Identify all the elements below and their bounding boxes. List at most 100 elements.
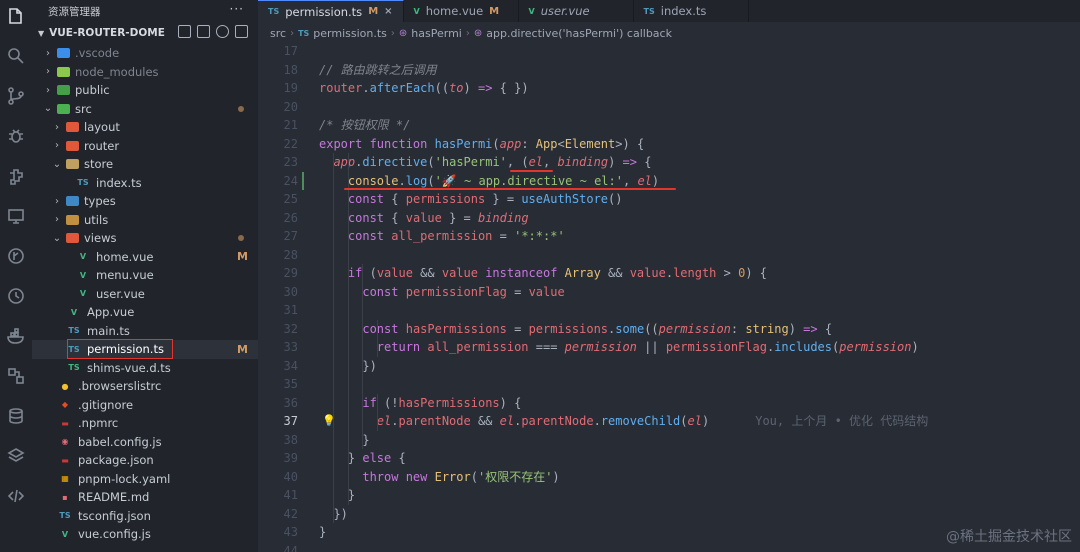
token: .	[593, 414, 601, 428]
token: directive	[362, 155, 428, 169]
code-line[interactable]: 40 throw new Error('权限不存在')	[258, 468, 1080, 487]
code-line[interactable]: 23 app.directive('hasPermi', (el, bindin…	[258, 153, 1080, 172]
tree-item-node-modules[interactable]: › node_modules	[32, 63, 258, 82]
database-icon[interactable]	[2, 402, 30, 430]
code-line[interactable]: 29 if (value && value instanceof Array &…	[258, 264, 1080, 283]
code-line[interactable]: 35	[258, 375, 1080, 394]
code-line[interactable]: 34 })	[258, 357, 1080, 376]
extensions-icon[interactable]	[2, 162, 30, 190]
tree-item-permission-ts[interactable]: TS permission.ts M	[32, 339, 258, 359]
line-number: 36	[283, 395, 298, 410]
token: some	[615, 321, 645, 336]
breadcrumb-segment[interactable]: src	[270, 27, 286, 40]
tree-item-home-vue[interactable]: Vhome.vue M	[32, 248, 258, 267]
code-line[interactable]: 17	[258, 42, 1080, 61]
close-icon[interactable]: ×	[384, 6, 392, 17]
tree-item-types[interactable]: › types	[32, 192, 258, 211]
token: } =	[441, 210, 478, 225]
code-line[interactable]: 39 } else {	[258, 449, 1080, 468]
tree-item-vscode[interactable]: › .vscode	[32, 44, 258, 63]
code-line[interactable]: 30 const permissionFlag = value	[258, 283, 1080, 302]
tab-user-vue[interactable]: Vuser.vue	[518, 0, 634, 22]
tree-item-shims-vue-d-ts[interactable]: TS shims-vue.d.ts	[32, 359, 258, 378]
tab-home-vue[interactable]: Vhome.vue M	[403, 0, 519, 22]
code-line[interactable]: 31	[258, 301, 1080, 320]
line-number: 34	[283, 358, 298, 373]
line-number: 41	[283, 488, 298, 502]
tree-item-utils[interactable]: › utils	[32, 211, 258, 230]
tree-item-package-json[interactable]: ▬ package.json	[32, 451, 258, 470]
npm-package-icon: ▬	[61, 455, 69, 465]
code-line[interactable]: 37 el.parentNode && el.parentNode.remove…	[258, 412, 1080, 431]
token: )	[552, 469, 560, 484]
tab-label: user.vue	[540, 4, 590, 18]
tree-item-user-vue[interactable]: Vuser.vue	[32, 285, 258, 304]
token: (	[680, 414, 688, 428]
token: .	[398, 173, 406, 188]
tree-item-app-vue[interactable]: V App.vue	[32, 303, 258, 322]
code-line[interactable]: 28	[258, 246, 1080, 265]
layers-icon[interactable]	[2, 442, 30, 470]
git-history-icon[interactable]	[2, 282, 30, 310]
code-line[interactable]: 36 if (!hasPermissions) {	[258, 394, 1080, 413]
tree-item-views[interactable]: ⌄ views	[32, 229, 258, 248]
tree-item-label: tsconfig.json	[78, 508, 151, 523]
tree-item-src[interactable]: ⌄ src	[32, 100, 258, 119]
refresh-icon[interactable]	[216, 25, 229, 38]
tree-item-tsconfig-json[interactable]: TS tsconfig.json	[32, 507, 258, 526]
debug-icon[interactable]	[2, 122, 30, 150]
code-line[interactable]: 27 const all_permission = '*:*:*'	[258, 227, 1080, 246]
tree-item-gitignore[interactable]: ◆ .gitignore	[32, 396, 258, 415]
tree-item-babel-config-js[interactable]: ◉ babel.config.js	[32, 433, 258, 452]
code-line[interactable]: 20	[258, 98, 1080, 117]
more-actions-icon[interactable]: ···	[230, 2, 244, 16]
source-control-icon[interactable]	[2, 82, 30, 110]
code-line[interactable]: 41 }	[258, 486, 1080, 505]
new-file-icon[interactable]	[178, 25, 191, 38]
tree-item-vue-config-js[interactable]: Vvue.config.js	[32, 525, 258, 544]
tree-item-store[interactable]: ⌄ store	[32, 155, 258, 174]
breadcrumb-segment[interactable]: app.directive('hasPermi') callback	[486, 27, 672, 40]
code-line[interactable]: 18 // 路由跳转之后调用	[258, 61, 1080, 80]
annotation-underline	[343, 188, 676, 190]
explorer-icon[interactable]	[2, 2, 30, 30]
tree-item-npmrc[interactable]: ▬ .npmrc	[32, 414, 258, 433]
code-icon[interactable]	[2, 482, 30, 510]
token: =>	[803, 321, 818, 336]
tree-item-readme-md[interactable]: ▪ README.md	[32, 488, 258, 507]
code-line[interactable]: 25 const { permissions } = useAuthStore(…	[258, 190, 1080, 209]
git-graph-icon[interactable]	[2, 242, 30, 270]
collapse-all-icon[interactable]	[235, 25, 248, 38]
tree-item-browserslistrc[interactable]: ● .browserslistrc	[32, 377, 258, 396]
breadcrumb: src › TS permission.ts › ⊛ hasPermi › ⊛ app.direc…	[258, 22, 1080, 44]
code-line[interactable]: 38 }	[258, 431, 1080, 450]
remote-explorer-icon[interactable]	[2, 202, 30, 230]
code-line[interactable]: 42 })	[258, 505, 1080, 524]
breadcrumb-segment[interactable]: permission.ts	[313, 27, 387, 40]
tree-item-layout[interactable]: › layout	[32, 118, 258, 137]
file-tree: › .vscode › node_modules › public ⌄ src › layout ›…	[32, 44, 258, 544]
code-line[interactable]: 33 return all_permission === permission …	[258, 338, 1080, 357]
code-line[interactable]: 26 const { value } = binding	[258, 209, 1080, 228]
search-icon[interactable]	[2, 42, 30, 70]
tab-permission-ts[interactable]: TS permission.ts M ×	[258, 0, 404, 22]
token: app	[333, 155, 356, 169]
code-line[interactable]: 32 const hasPermissions = permissions.so…	[258, 320, 1080, 339]
tree-item-router[interactable]: › router	[32, 137, 258, 156]
code-line[interactable]: 21 /* 按钮权限 */	[258, 116, 1080, 135]
tab-index-ts[interactable]: TS index.ts	[633, 0, 749, 22]
tree-item-menu-vue[interactable]: Vmenu.vue	[32, 266, 258, 285]
tree-item-index-ts[interactable]: TS index.ts	[32, 174, 258, 193]
tree-item-main-ts[interactable]: TS main.ts	[32, 322, 258, 341]
tree-item-pnpm-lock-yaml[interactable]: ▦ pnpm-lock.yaml	[32, 470, 258, 489]
code-line[interactable]: 22 export function hasPermi(app: App<Elem…	[258, 135, 1080, 154]
code-line[interactable]: 19 router.afterEach((to) => { })	[258, 79, 1080, 98]
new-folder-icon[interactable]	[197, 25, 210, 38]
code-view[interactable]: 17 18// 路由跳转之后调用 19 router.afterEach((to) =…	[258, 42, 1080, 552]
breadcrumb-segment[interactable]: hasPermi	[411, 27, 462, 40]
tree-item-public[interactable]: › public	[32, 81, 258, 100]
docker-icon[interactable]	[2, 322, 30, 350]
remote-icon[interactable]	[2, 362, 30, 390]
